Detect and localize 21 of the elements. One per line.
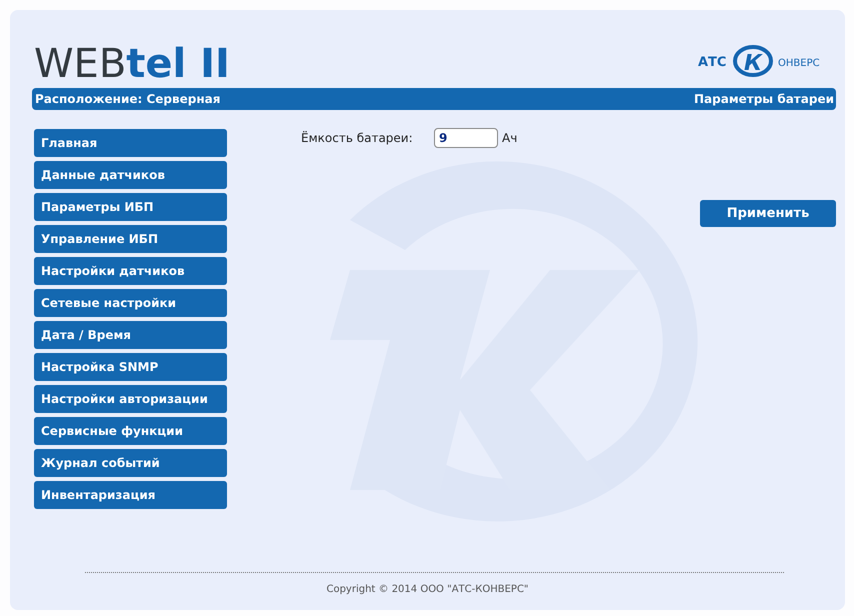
menu-item[interactable]: Настройка SNMP: [34, 353, 227, 381]
capacity-input[interactable]: 9: [434, 128, 498, 148]
logo-text: WEBtel II: [33, 44, 230, 84]
menu-item[interactable]: Дата / Время: [34, 321, 227, 349]
menu-item[interactable]: Сетевые настройки: [34, 289, 227, 317]
menu-item[interactable]: Журнал событий: [34, 449, 227, 477]
apply-button[interactable]: Применить: [700, 200, 836, 227]
location-label: Расположение: Серверная: [35, 91, 220, 108]
menu-item[interactable]: Главная: [34, 129, 227, 157]
unit-label: Ач: [502, 130, 518, 147]
copyright-text: Copyright © 2014 ООО "АТС-КОНВЕРС": [326, 584, 529, 595]
menu-item[interactable]: Сервисные функции: [34, 417, 227, 445]
menu-item[interactable]: Данные датчиков: [34, 161, 227, 189]
brand-logo: АТС К ОНВЕРС: [696, 41, 836, 79]
menu-item[interactable]: Настройки датчиков: [34, 257, 227, 285]
capacity-label: Ёмкость батареи:: [301, 130, 414, 147]
menu-item[interactable]: Инвентаризация: [34, 481, 227, 509]
menu-item[interactable]: Настройки авторизации: [34, 385, 227, 413]
page-title: Параметры батареи: [694, 91, 834, 108]
menu-item[interactable]: Параметры ИБП: [34, 193, 227, 221]
menu-item[interactable]: Управление ИБП: [34, 225, 227, 253]
